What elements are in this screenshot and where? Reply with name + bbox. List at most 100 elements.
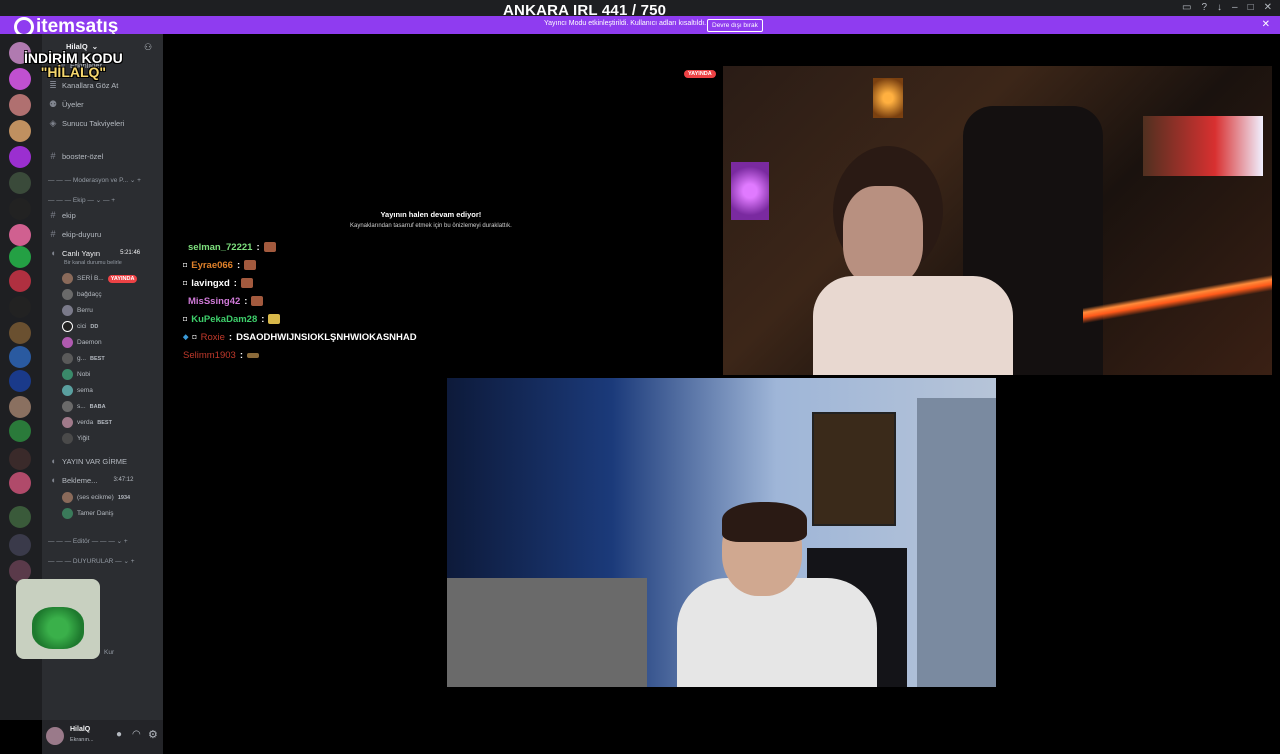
server-icon[interactable] bbox=[9, 296, 31, 318]
close-window-button[interactable]: ✕ bbox=[1264, 2, 1272, 13]
user-badge: BEST bbox=[90, 355, 105, 362]
paused-subtitle: Kaynaklarından tasarruf etmek için bu ön… bbox=[350, 223, 512, 229]
voice-user[interactable]: cici DD bbox=[62, 321, 98, 332]
avatar[interactable] bbox=[46, 727, 64, 745]
chat-text: DSAODHWIJNSIOKLŞNHWIOKASNHAD bbox=[236, 331, 417, 343]
server-icon[interactable] bbox=[9, 94, 31, 116]
voice-user[interactable]: SERİ B... YAYINDA bbox=[62, 273, 138, 284]
speaker-icon: ◖ bbox=[50, 475, 56, 485]
category-announcements[interactable]: — — — DUYURULAR — ⌄ + bbox=[48, 557, 135, 565]
avatar bbox=[62, 321, 73, 332]
streamer-mode-banner: Yayıncı Modu etkinleştirildi. Kullanıcı … bbox=[0, 16, 1280, 34]
user-name: HilalQ bbox=[70, 726, 91, 733]
headphones-icon[interactable]: ◠ bbox=[132, 729, 141, 740]
voice-user[interactable]: Daemon bbox=[62, 337, 102, 348]
voice-channel-live[interactable]: ◖ Canlı Yayın 5:21:46 bbox=[48, 248, 140, 258]
user-panel: HilalQ Ekranın... ● ◠ ⚙ bbox=[42, 720, 163, 754]
emote-icon bbox=[268, 314, 281, 324]
voice-user[interactable]: sema bbox=[62, 385, 93, 396]
category-team[interactable]: — — — Ekip — ⌄ — + bbox=[48, 196, 115, 204]
guest-hair bbox=[722, 502, 807, 542]
user-badge: 1934 bbox=[117, 494, 131, 501]
chat-message: ◘ KuPekaDam28: bbox=[183, 310, 417, 328]
category-editor[interactable]: — — — Editör — — — ⌄ + bbox=[48, 537, 128, 545]
channel-team-announcements[interactable]: # ekip-duyuru bbox=[48, 229, 101, 239]
live-tag: YAYINDA bbox=[684, 70, 716, 78]
server-icon[interactable] bbox=[9, 506, 31, 528]
server-icon[interactable] bbox=[9, 270, 31, 292]
chat-username: Selimm1903 bbox=[183, 349, 236, 361]
voice-user[interactable]: g... BEST bbox=[62, 353, 105, 364]
category-moderation[interactable]: — — — Moderasyon ve P... ⌄ + bbox=[48, 176, 141, 184]
sidebar-item-members[interactable]: ⚉ Üyeler bbox=[48, 99, 84, 110]
overlay-widget-image bbox=[16, 579, 100, 659]
emote-icon bbox=[246, 352, 259, 358]
promo-code: "HİLALQ" bbox=[40, 64, 107, 80]
avatar bbox=[62, 417, 73, 428]
disable-streamer-mode-button[interactable]: Devre dışı bırak bbox=[707, 19, 763, 32]
server-icon[interactable] bbox=[9, 420, 31, 442]
inbox-icon[interactable]: ▭ bbox=[1182, 2, 1191, 13]
chat-overlay: selman_72221: ◘ Eyrae066: ◘ lavingxd: MisS… bbox=[183, 238, 417, 364]
led-strip bbox=[1083, 266, 1272, 326]
streamer-video-tile[interactable] bbox=[723, 66, 1272, 375]
hashtag-icon: # bbox=[50, 151, 56, 161]
server-icon[interactable] bbox=[9, 120, 31, 142]
voice-user[interactable]: Nobi bbox=[62, 369, 90, 380]
emote-icon bbox=[244, 260, 257, 270]
voice-user[interactable]: Yiğit bbox=[62, 433, 89, 444]
help-icon[interactable]: ? bbox=[1201, 2, 1207, 13]
title-bar: ANKARA IRL 441 / 750 ▭ ? ↓ – □ ✕ bbox=[0, 0, 1280, 19]
server-icon[interactable] bbox=[9, 172, 31, 194]
add-member-icon[interactable]: ⚇ bbox=[144, 42, 152, 53]
sidebar-item-browse-channels[interactable]: ≣ Kanallara Göz At bbox=[48, 80, 118, 91]
live-timer: 5:21:46 bbox=[120, 250, 141, 256]
guest-video-tile[interactable] bbox=[447, 378, 996, 687]
close-banner-icon[interactable]: ✕ bbox=[1262, 19, 1270, 30]
paused-title: Yayının halen devam ediyor! bbox=[380, 210, 482, 219]
server-icon[interactable] bbox=[9, 370, 31, 392]
voice-user[interactable]: bağdaçç bbox=[62, 289, 102, 300]
minimize-button[interactable]: – bbox=[1232, 2, 1238, 13]
avatar bbox=[62, 305, 73, 316]
chat-message: ◆ ◘ Roxie: DSAODHWIJNSIOKLŞNHWIOKASNHAD bbox=[183, 331, 417, 343]
channel-sidebar: HilalQ ⌄ ⚇ ▦ Etkinlikler ≣ Kanallara Göz At… bbox=[16, 34, 163, 754]
chat-username: KuPekaDam28 bbox=[191, 313, 258, 325]
chat-message: ◘ lavingxd: bbox=[183, 274, 417, 292]
sidebar-item-boosts[interactable]: ◈ Sunucu Takviyeleri bbox=[48, 118, 125, 129]
voice-user[interactable]: Tamer Daniş bbox=[62, 508, 113, 519]
server-icon[interactable] bbox=[9, 224, 31, 246]
sidebar-item-kur[interactable]: Kur bbox=[104, 649, 114, 656]
server-icon[interactable] bbox=[9, 472, 31, 494]
gear-icon[interactable]: ⚙ bbox=[148, 728, 158, 741]
server-icon[interactable] bbox=[9, 146, 31, 168]
server-icon[interactable] bbox=[9, 322, 31, 344]
server-icon[interactable] bbox=[9, 346, 31, 368]
lamp-light bbox=[873, 78, 903, 118]
maximize-button[interactable]: □ bbox=[1248, 2, 1254, 13]
server-icon[interactable] bbox=[9, 246, 31, 268]
badge-icon: ◆ bbox=[183, 334, 189, 341]
server-icon[interactable] bbox=[9, 448, 31, 470]
channel-booster[interactable]: # booster-özel bbox=[48, 151, 103, 161]
voice-user[interactable]: verda BEST bbox=[62, 417, 112, 428]
locked-hashtag-icon: # bbox=[50, 210, 56, 220]
server-icon[interactable] bbox=[9, 198, 31, 220]
chat-message: ◘ Eyrae066: bbox=[183, 256, 417, 274]
emote-icon bbox=[263, 242, 276, 252]
voice-user[interactable]: (ses ecikme) 1934 bbox=[62, 492, 130, 503]
voice-channel-no-entry[interactable]: ◖ YAYIN VAR GİRME bbox=[48, 456, 127, 466]
server-icon[interactable] bbox=[9, 534, 31, 556]
bed bbox=[447, 578, 647, 687]
channel-team[interactable]: # ekip bbox=[48, 210, 75, 220]
channel-status[interactable]: Bir kanal durumu belirle bbox=[64, 260, 122, 266]
voice-user[interactable]: Berru bbox=[62, 305, 93, 316]
voice-user[interactable]: s... BABA bbox=[62, 401, 106, 412]
server-icon[interactable] bbox=[9, 396, 31, 418]
guest-figure bbox=[677, 578, 877, 687]
download-icon[interactable]: ↓ bbox=[1217, 2, 1222, 13]
voice-channel-waiting[interactable]: ◖ Bekleme... 3:47:12 bbox=[48, 475, 133, 485]
user-badge: BEST bbox=[97, 419, 112, 426]
emote-icon bbox=[251, 296, 264, 306]
microphone-icon[interactable]: ● bbox=[116, 729, 122, 740]
